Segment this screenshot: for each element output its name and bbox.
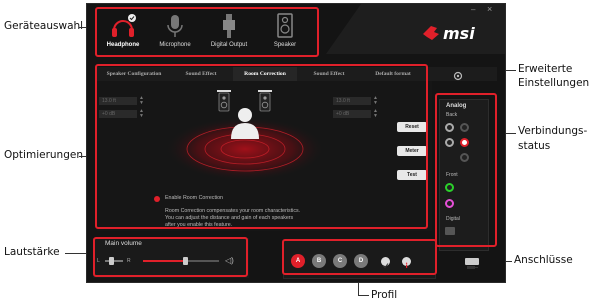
highlight-profile [282, 239, 437, 275]
highlight-optimizations [95, 64, 428, 229]
callout-advanced-settings-1: Erweiterte [518, 63, 573, 75]
callout-connectors: Anschlüsse [514, 254, 573, 266]
close-button[interactable]: × [487, 4, 492, 14]
callout-connection-status-2: status [518, 140, 551, 152]
callout-volume: Lautstärke [4, 246, 60, 258]
msi-logo: msi [421, 22, 501, 44]
callout-line-profile-h [358, 295, 369, 296]
connectors-button[interactable] [465, 258, 479, 269]
highlight-volume [93, 237, 248, 277]
connector-plug-icon [467, 266, 478, 269]
callout-connection-status-1: Verbindungs- [518, 125, 588, 137]
msi-dragon-icon: msi [423, 24, 475, 43]
callout-optimizations: Optimierungen [4, 149, 83, 161]
gear-icon [453, 71, 463, 81]
msi-logo-text: msi [443, 24, 475, 43]
highlight-device-selection [95, 7, 319, 57]
callout-device-selection: Geräteauswahl [4, 20, 84, 32]
callout-profile: Profil [371, 289, 398, 301]
advanced-settings-button[interactable] [453, 68, 463, 81]
callout-advanced-settings-2: Einstellungen [518, 77, 589, 89]
minimize-button[interactable]: – [471, 5, 475, 14]
highlight-connection-status [435, 93, 497, 247]
